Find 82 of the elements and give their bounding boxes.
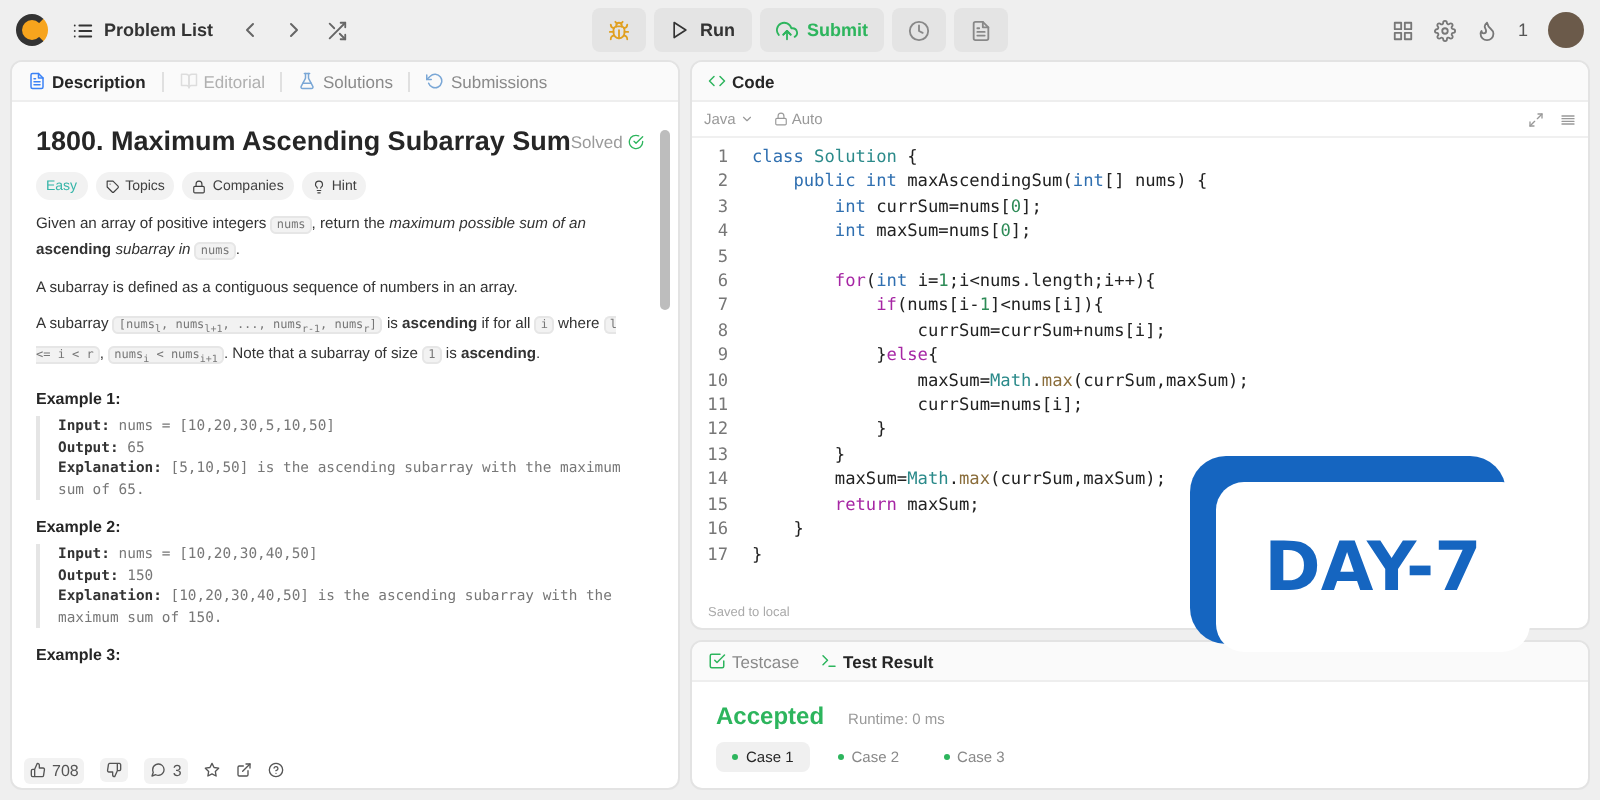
line-number: 14: [705, 468, 730, 494]
code-line: currSum=currSum+nums[i];: [915, 319, 1166, 345]
upload-icon: [775, 19, 797, 41]
comment-icon: [150, 762, 167, 778]
expand-icon[interactable]: [1528, 111, 1544, 127]
flame-icon[interactable]: [1475, 19, 1498, 41]
example-heading: Example 2:: [36, 518, 123, 537]
line-number: 17: [705, 543, 730, 568]
line-number: 10: [705, 369, 730, 395]
line-number: 12: [705, 418, 730, 444]
line-number: 6: [715, 270, 730, 295]
code-line: class Solution {: [752, 146, 918, 171]
timer-button[interactable]: [892, 8, 946, 52]
like-button[interactable]: 708: [24, 757, 85, 783]
share-icon[interactable]: [235, 762, 252, 778]
code-line: maxSum=Math.max(currSum,maxSum);: [832, 468, 1166, 494]
line-number: 2: [715, 170, 730, 196]
tab-icon: [179, 72, 198, 90]
line-number: 5: [715, 245, 730, 271]
problem-title: 1800. Maximum Ascending Subarray Sum: [36, 126, 571, 156]
thumbs-up-icon: [30, 762, 46, 778]
checkbox-icon: [708, 652, 726, 670]
help-icon[interactable]: [267, 762, 284, 778]
list-icon: [72, 19, 94, 41]
line-number: 3: [715, 195, 730, 221]
example-heading: Example 1:: [36, 390, 123, 409]
code-line: maxSum=Math.max(currSum,maxSum);: [915, 369, 1249, 395]
settings-icon[interactable]: [1433, 19, 1456, 41]
grid-icon[interactable]: [1391, 19, 1414, 41]
streak-count: 1: [1517, 20, 1528, 40]
solved-status: Solved: [570, 131, 645, 151]
note-icon: [970, 19, 992, 41]
clock-icon: [908, 19, 930, 41]
dislike-button[interactable]: [100, 758, 129, 782]
avatar[interactable]: [1548, 12, 1584, 48]
scrollbar[interactable]: [660, 130, 670, 310]
shuffle-icon[interactable]: [325, 19, 348, 41]
code-line: }: [832, 443, 846, 469]
code-line: }else{: [874, 344, 939, 370]
line-number: 9: [715, 344, 730, 370]
code-line: return maxSum;: [832, 493, 980, 519]
star-icon[interactable]: [203, 762, 220, 778]
code-line: if(nums[i-1]<nums[i]){: [874, 294, 1104, 320]
chevron-down-icon: [739, 112, 754, 126]
line-number: 8: [715, 319, 730, 345]
panel-tab[interactable]: Description: [24, 71, 150, 91]
play-icon: [670, 20, 690, 40]
verdict: Accepted: [716, 702, 825, 730]
code-line: currSum=nums[i];: [915, 394, 1084, 419]
line-number: 4: [715, 220, 730, 246]
check-icon: [628, 133, 645, 149]
line-number: 11: [705, 394, 730, 419]
line-number: 1: [715, 146, 730, 171]
result-tab[interactable]: Test Result: [815, 651, 938, 671]
code-line: int maxSum=nums[0];: [832, 220, 1032, 246]
day-label: DAY-7: [1216, 482, 1530, 652]
code-line: }: [791, 518, 804, 543]
line-number: 15: [705, 493, 730, 519]
code-line: int currSum=nums[0];: [832, 195, 1042, 221]
lock-icon: [773, 112, 788, 126]
bug-icon: [608, 19, 630, 41]
problem-list-link[interactable]: Problem List: [68, 15, 218, 45]
tab-icon: [28, 72, 46, 90]
logo-icon[interactable]: [16, 14, 48, 46]
comments-button[interactable]: 3: [144, 757, 188, 783]
line-number: 16: [705, 518, 730, 543]
notes-button[interactable]: [954, 8, 1008, 52]
tab-icon: [298, 72, 317, 90]
code-line: for(int i=1;i<nums.length;i++){: [832, 270, 1156, 295]
code-icon: [708, 72, 726, 90]
format-icon[interactable]: [1560, 111, 1576, 127]
run-button[interactable]: Run: [654, 8, 751, 52]
example-heading: Example 3:: [36, 646, 123, 665]
tab-icon: [426, 72, 445, 90]
thumbs-down-icon: [106, 762, 123, 778]
code-tab[interactable]: Code: [704, 71, 779, 91]
line-number: 13: [705, 443, 730, 469]
code-line: public int maxAscendingSum(int[] nums) {: [791, 170, 1208, 196]
terminal-icon: [819, 652, 838, 670]
code-line: }: [752, 543, 763, 568]
line-number: 7: [715, 294, 730, 320]
code-line: }: [874, 418, 887, 444]
